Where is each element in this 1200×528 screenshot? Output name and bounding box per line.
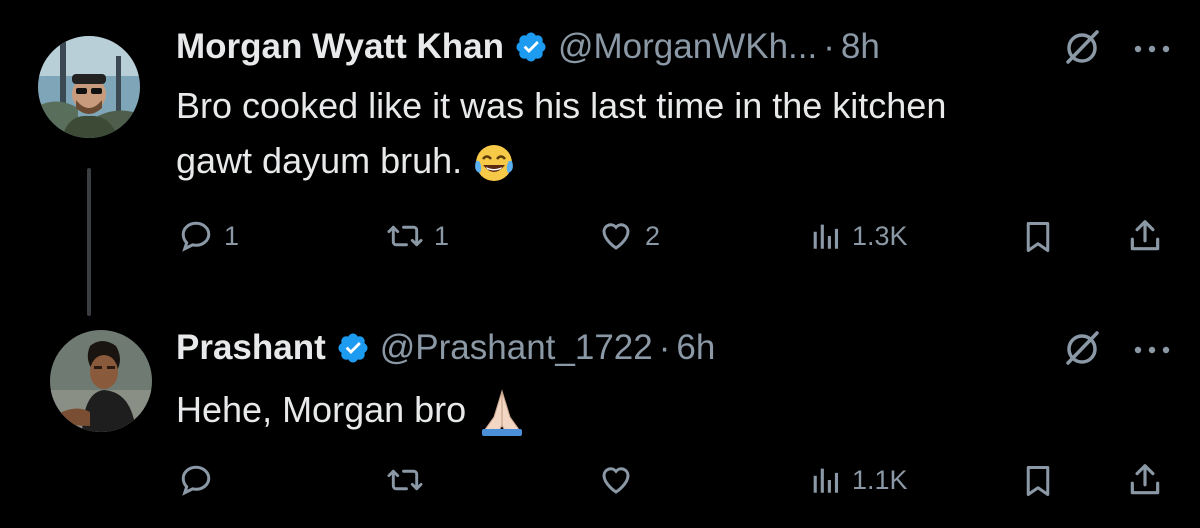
heart-icon xyxy=(602,467,630,494)
separator-dot: · xyxy=(823,27,835,66)
bookmark-button[interactable] xyxy=(1020,218,1056,256)
tweet-text-line-2-row: gawt dayum bruh. xyxy=(176,133,946,188)
timestamp[interactable]: 6h xyxy=(676,328,715,368)
author-handle[interactable]: @MorganWKh... xyxy=(558,27,817,67)
tweet-actions: 1 1 2 1.3K xyxy=(0,206,1200,266)
timestamp[interactable]: 8h xyxy=(841,27,880,67)
more-options-icon[interactable] xyxy=(1132,343,1172,357)
tweet-actions: 1.1K xyxy=(0,454,1200,514)
heart-icon xyxy=(602,223,630,250)
share-icon xyxy=(1130,220,1160,251)
verified-badge-icon xyxy=(516,32,546,62)
repost-icon xyxy=(387,469,423,491)
reply-button[interactable]: 1 xyxy=(178,218,239,254)
separator-dot: · xyxy=(658,328,671,367)
grok-icon[interactable] xyxy=(1062,28,1102,68)
share-button[interactable] xyxy=(1126,460,1164,500)
avatar-morgan[interactable] xyxy=(38,36,140,138)
avatar-prashant[interactable] xyxy=(50,330,152,432)
face-with-tears-of-joy-icon xyxy=(475,145,514,182)
reply-icon xyxy=(181,221,211,252)
views-icon xyxy=(813,224,839,249)
views-count: 1.3K xyxy=(852,220,908,251)
views-button[interactable]: 1.3K xyxy=(808,218,908,254)
share-icon xyxy=(1130,464,1160,495)
tweet-text-line-2: gawt dayum bruh. xyxy=(176,140,463,181)
views-button[interactable]: 1.1K xyxy=(808,462,908,498)
like-count: 2 xyxy=(645,220,661,251)
more-options-icon[interactable] xyxy=(1132,42,1172,56)
author-handle[interactable]: @Prashant_1722 xyxy=(380,328,653,368)
share-button[interactable] xyxy=(1126,216,1164,256)
verified-badge-icon xyxy=(338,333,368,363)
reply-button[interactable] xyxy=(178,462,224,498)
like-button[interactable]: 2 xyxy=(597,218,660,254)
views-icon xyxy=(813,468,839,493)
tweet-text: Bro cooked like it was his last time in … xyxy=(176,78,946,188)
bookmark-icon xyxy=(1026,466,1050,496)
views-count: 1.1K xyxy=(852,464,908,495)
bookmark-button[interactable] xyxy=(1020,462,1056,500)
tweet-header: Prashant @Prashant_1722 · 6h xyxy=(176,323,715,373)
like-button[interactable] xyxy=(597,462,645,498)
bookmark-icon xyxy=(1026,222,1050,252)
tweet-text-line-1: Bro cooked like it was his last time in … xyxy=(176,85,947,126)
tweet-text-line-1: Hehe, Morgan bro xyxy=(176,389,467,430)
repost-icon xyxy=(387,225,423,247)
author-name[interactable]: Morgan Wyatt Khan xyxy=(176,27,504,67)
folded-hands-icon xyxy=(482,389,523,437)
tweet-header: Morgan Wyatt Khan @MorganWKh... · 8h xyxy=(176,22,880,72)
reply-count: 1 xyxy=(224,220,240,251)
repost-button[interactable]: 1 xyxy=(386,218,449,254)
repost-button[interactable] xyxy=(386,462,434,498)
repost-count: 1 xyxy=(434,220,450,251)
tweet-text: Hehe, Morgan bro xyxy=(176,382,528,437)
reply-icon xyxy=(181,465,211,496)
author-name[interactable]: Prashant xyxy=(176,328,326,368)
grok-icon[interactable] xyxy=(1062,329,1102,369)
